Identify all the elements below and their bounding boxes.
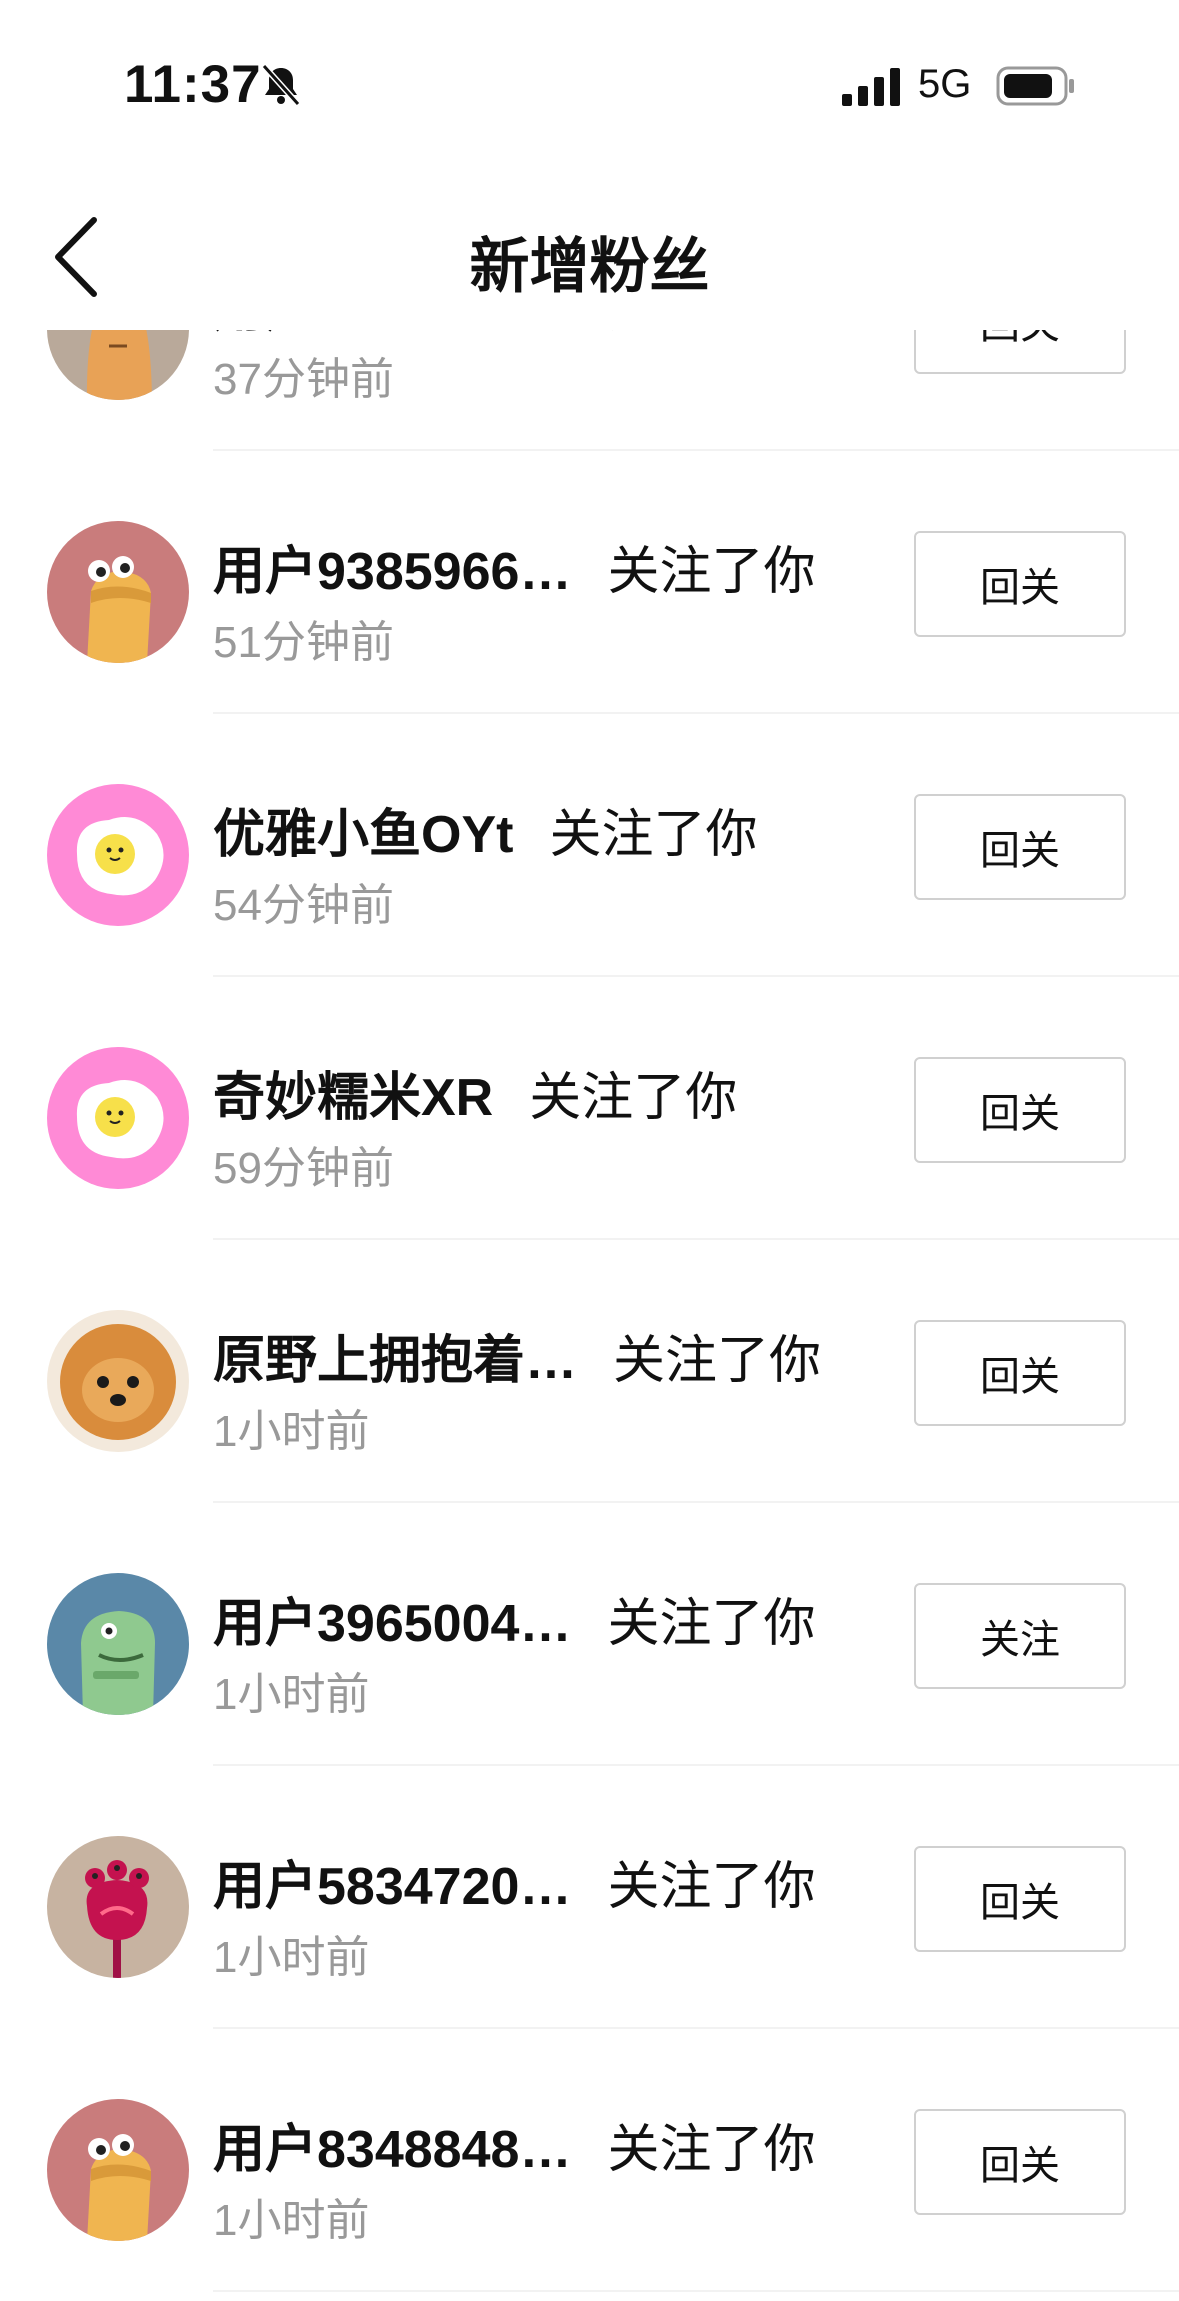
battery-icon: [996, 66, 1074, 106]
user-name[interactable]: 用户5834720…: [213, 1858, 571, 1916]
follower-row[interactable]: 原野上拥抱着… 关注了你 1小时前 回关: [0, 1240, 1179, 1503]
fried-egg-avatar-icon: [47, 1047, 189, 1189]
action-text: 关注了你: [607, 330, 815, 338]
action-text: 关注了你: [607, 543, 816, 601]
status-time: 11:37: [124, 55, 262, 114]
status-bar: 11:37 5G: [0, 0, 1179, 170]
follower-row[interactable]: 用户5834720… 关注了你 1小时前 回关: [0, 1766, 1179, 2029]
action-text: 关注了你: [607, 2121, 816, 2179]
avatar[interactable]: [47, 1573, 189, 1715]
follow-back-button[interactable]: 回关: [914, 2109, 1126, 2215]
divider: [213, 2290, 1179, 2292]
action-text: 关注了你: [529, 1069, 738, 1127]
follow-back-button[interactable]: 回关: [914, 531, 1126, 637]
avatar[interactable]: [47, 1047, 189, 1189]
follow-back-button[interactable]: 回关: [914, 330, 1126, 374]
cartoon-monster-avatar-icon: [47, 1573, 189, 1715]
time-ago: 1小时前: [213, 1407, 370, 1456]
cartoon-flower-avatar-icon: [47, 1836, 189, 1978]
avatar[interactable]: [47, 784, 189, 926]
action-text: 关注了你: [613, 1332, 822, 1390]
cellular-signal-icon: [842, 68, 900, 106]
follower-row[interactable]: 用户3965004… 关注了你 1小时前 关注: [0, 1503, 1179, 1766]
follow-back-button[interactable]: 回关: [914, 1057, 1126, 1163]
network-type: 5G: [918, 62, 972, 106]
user-name[interactable]: 用户1765855…: [213, 330, 571, 338]
follower-row[interactable]: 优雅小鱼OYt 关注了你 54分钟前 回关: [0, 714, 1179, 977]
follow-back-button[interactable]: 回关: [914, 1320, 1126, 1426]
user-name[interactable]: 用户8348848…: [213, 2121, 571, 2179]
time-ago: 1小时前: [213, 1670, 370, 1719]
time-ago: 51分钟前: [213, 618, 394, 667]
time-ago: 1小时前: [213, 1933, 370, 1982]
fried-egg-avatar-icon: [47, 784, 189, 926]
page-title: 新增粉丝: [469, 233, 710, 300]
avatar[interactable]: [47, 521, 189, 663]
user-name[interactable]: 用户9385966…: [213, 543, 571, 601]
pomeranian-dog-avatar-icon: [47, 1310, 189, 1452]
avatar[interactable]: [47, 330, 189, 400]
user-name[interactable]: 用户3965004…: [213, 1595, 571, 1653]
avatar[interactable]: [47, 1310, 189, 1452]
follower-row[interactable]: 用户1765855… 关注了你 37分钟前 回关: [0, 330, 1179, 451]
avatar[interactable]: [47, 1836, 189, 1978]
action-text: 关注了你: [549, 806, 758, 864]
time-ago: 54分钟前: [213, 881, 394, 930]
cartoon-bread-avatar-icon: [47, 2099, 189, 2241]
avatar[interactable]: [47, 2099, 189, 2241]
follow-back-button[interactable]: 回关: [914, 794, 1126, 900]
action-text: 关注了你: [607, 1858, 816, 1916]
bell-muted-icon: [261, 63, 301, 107]
time-ago: 37分钟前: [213, 355, 394, 404]
follow-button[interactable]: 关注: [914, 1583, 1126, 1689]
follower-row[interactable]: 奇妙糯米XR 关注了你 59分钟前 回关: [0, 977, 1179, 1240]
time-ago: 59分钟前: [213, 1144, 394, 1193]
follower-list[interactable]: 用户1765855… 关注了你 37分钟前 回关 用户9385966… 关注了你 5…: [0, 330, 1179, 2301]
user-name[interactable]: 原野上拥抱着…: [213, 1332, 577, 1390]
time-ago: 1小时前: [213, 2196, 370, 2245]
user-name[interactable]: 优雅小鱼OYt: [213, 806, 513, 864]
cartoon-blob-avatar-icon: [47, 330, 189, 400]
follower-row[interactable]: 用户8348848… 关注了你 1小时前 回关: [0, 2029, 1179, 2292]
action-text: 关注了你: [607, 1595, 816, 1653]
nav-header: 新增粉丝: [0, 180, 1179, 330]
cartoon-bread-avatar-icon: [47, 521, 189, 663]
follower-row[interactable]: 用户9385966… 关注了你 51分钟前 回关: [0, 451, 1179, 714]
follow-back-button[interactable]: 回关: [914, 1846, 1126, 1952]
user-name[interactable]: 奇妙糯米XR: [213, 1069, 493, 1127]
